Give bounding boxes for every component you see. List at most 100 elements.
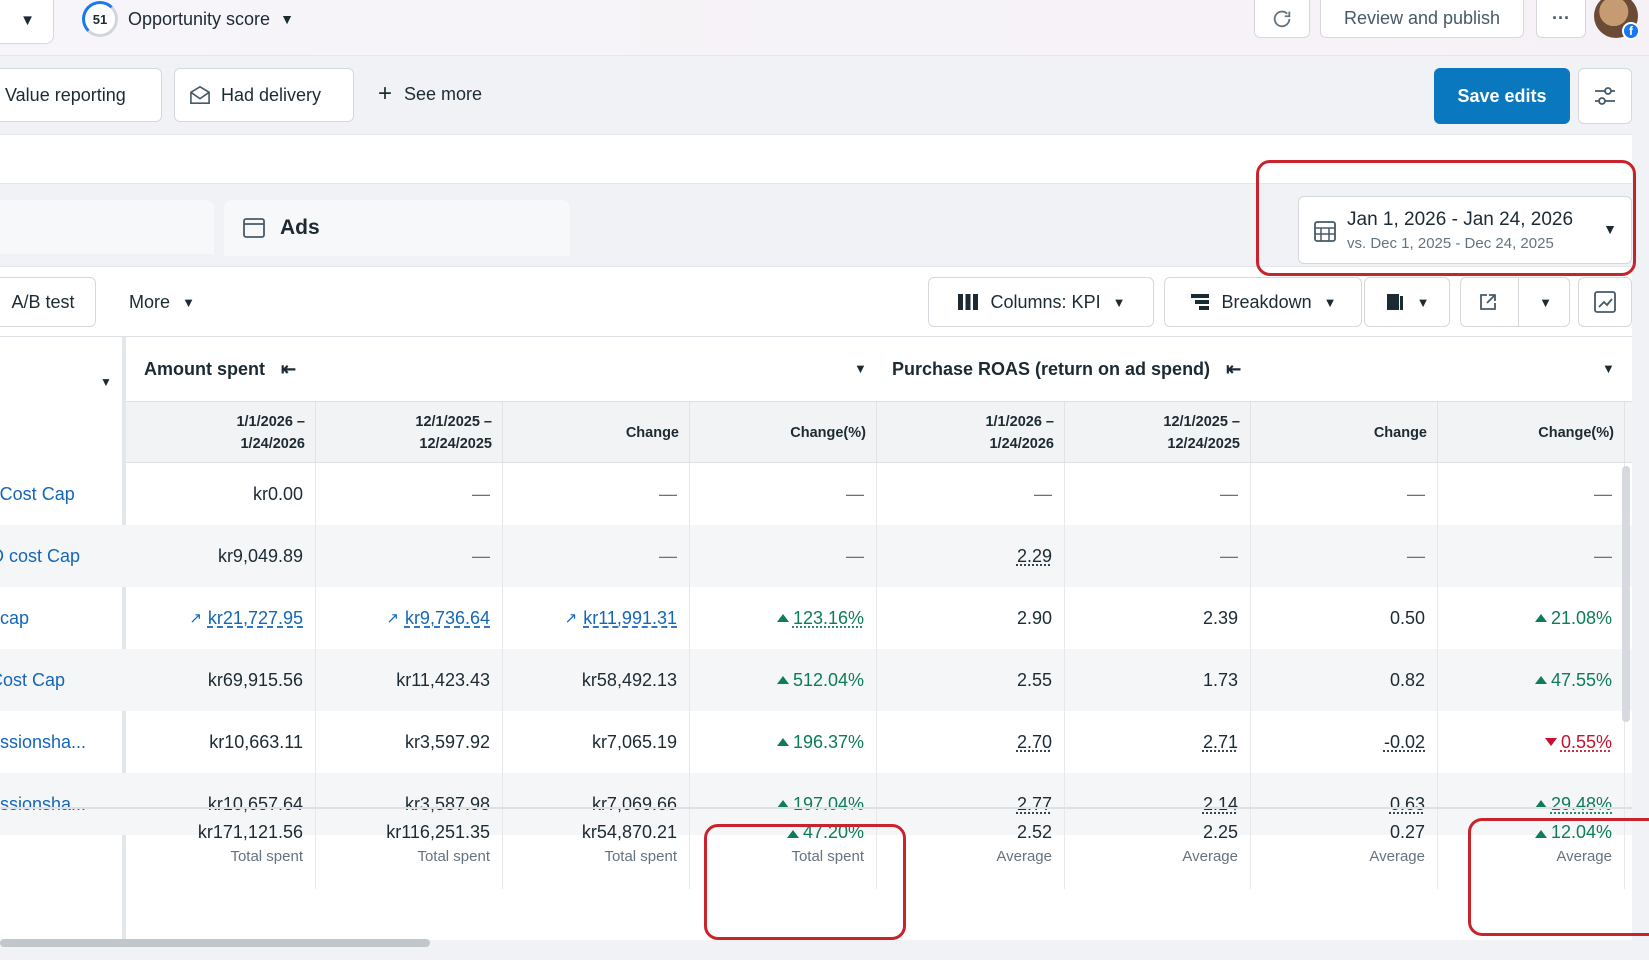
column-header[interactable]: 12/1/2025 – 12/24/2025	[316, 402, 503, 464]
ab-test-label: A/B test	[11, 291, 75, 312]
table-toolbar: A/B test More ▼ Columns: KPI ▼ Breakdown ▼ …	[0, 266, 1632, 336]
table-cell: —	[503, 525, 690, 587]
cell-value: —	[846, 545, 864, 566]
column-header[interactable]: Change(%)	[690, 402, 877, 464]
search-bar[interactable]	[0, 134, 1632, 184]
chip-had-delivery[interactable]: Had delivery	[174, 68, 354, 122]
column-header[interactable]: 12/1/2025 – 12/24/2025	[1064, 402, 1251, 464]
account-dropdown[interactable]: ▼	[0, 0, 54, 44]
divider	[1518, 277, 1520, 327]
cell-value: —	[846, 483, 864, 504]
date-range-main: Jan 1, 2026 - Jan 24, 2026	[1347, 209, 1574, 230]
horizontal-scrollbar[interactable]	[0, 939, 430, 947]
chevron-down-icon: ▼	[20, 12, 35, 29]
cell-value: 1.73	[1202, 669, 1238, 690]
chip-value-reporting[interactable]: Value reporting	[0, 68, 162, 122]
review-publish-button[interactable]: Review and publish	[1320, 0, 1524, 38]
table-cell: 47.55%	[1438, 649, 1625, 711]
cell-value: kr10,663.11	[209, 731, 303, 752]
cell-value: kr7,065.19	[591, 731, 677, 752]
group-label: Amount spent	[144, 358, 265, 379]
ad-name-link[interactable]: O cost Cap	[0, 525, 122, 587]
ad-icon	[243, 218, 265, 238]
table-cell: kr0.00	[126, 463, 316, 525]
columns-dropdown[interactable]: Columns: KPI ▼	[928, 277, 1154, 327]
tab-ads[interactable]: Ads	[224, 200, 570, 256]
table-cell: 0.82	[1251, 649, 1438, 711]
collapse-icon[interactable]: ⇤	[1226, 359, 1241, 380]
table-cell: ↗ kr11,991.31	[503, 587, 690, 649]
table-cell: —	[690, 463, 877, 525]
cell-value: 2.39	[1202, 607, 1238, 628]
see-more-button[interactable]: + See more	[378, 80, 482, 108]
table-row[interactable]: t cap ↗ kr21,727.95 ↗ kr9,736.64 ↗ kr11,991.31…	[0, 587, 1632, 649]
chevron-down-icon[interactable]: ▼	[1602, 361, 1615, 376]
cell-value: —	[1594, 545, 1612, 566]
date-range-compare: vs. Dec 1, 2025 - Dec 24, 2025	[1347, 235, 1554, 252]
table-cell: —	[1064, 525, 1251, 587]
avatar[interactable]: f	[1594, 0, 1640, 40]
total-label: Total spent	[791, 848, 864, 865]
refresh-button[interactable]	[1254, 0, 1310, 38]
table-row[interactable]: O cost Cap kr9,049.89 — — — 2.29 — — —	[0, 525, 1632, 587]
table-cell: kr7,065.19	[503, 711, 690, 773]
top-bar: ▼ 51 Opportunity score ▼ Review and publ…	[0, 0, 1649, 56]
trend-chart-icon[interactable]: ↗	[565, 609, 578, 627]
table-cell: 0.50	[1251, 587, 1438, 649]
ad-name-link[interactable]: | Cost Cap	[0, 463, 122, 525]
table-cell: 2.70	[878, 711, 1065, 773]
export-dropdown[interactable]: ▼	[1460, 277, 1570, 327]
trend-chart-icon[interactable]: ↗	[189, 609, 202, 627]
cell-value: —	[1220, 483, 1238, 504]
table-row[interactable]: | Cost Cap kr0.00 — — — — — — —	[0, 463, 1632, 525]
cell-value: 2.71	[1202, 731, 1238, 752]
column-header-row: 1/1/2026 – 1/24/2026 12/1/2025 – 12/24/20…	[126, 401, 1632, 464]
breakdown-dropdown[interactable]: Breakdown ▼	[1164, 277, 1362, 327]
settings-sliders-button[interactable]	[1578, 68, 1632, 124]
columns-label: Columns: KPI	[990, 291, 1101, 312]
date-range-picker[interactable]: Jan 1, 2026 - Jan 24, 2026 vs. Dec 1, 20…	[1298, 196, 1632, 264]
more-options-button[interactable]: ···	[1536, 0, 1586, 38]
value-link[interactable]: kr21,727.95	[208, 608, 303, 629]
column-header[interactable]: Change	[1251, 402, 1438, 464]
opportunity-score[interactable]: 51 Opportunity score ▼	[82, 1, 294, 37]
column-header[interactable]: 1/1/2026 – 1/24/2026	[126, 402, 316, 464]
table-cell: —	[503, 463, 690, 525]
reports-dropdown[interactable]: ▼	[1364, 277, 1450, 327]
table-cell: 196.37%	[690, 711, 877, 773]
ad-name-link[interactable]: essionsha...	[0, 711, 122, 773]
chevron-down-icon[interactable]: ▼	[100, 375, 112, 389]
vertical-scrollbar[interactable]	[1622, 466, 1630, 722]
table-cell: -0.02	[1251, 711, 1438, 773]
more-dropdown[interactable]: More ▼	[112, 277, 212, 327]
trend-up-icon	[776, 676, 789, 684]
ad-name-link[interactable]: t cap	[0, 587, 122, 649]
chart-view-button[interactable]	[1578, 277, 1632, 327]
chevron-down-icon[interactable]: ▼	[854, 361, 867, 376]
table-row[interactable]: Cost Cap kr69,915.56 kr11,423.43 kr58,492.1…	[0, 649, 1632, 711]
table-cell: —	[878, 463, 1065, 525]
trend-up-icon	[786, 830, 799, 838]
table-cell: 0.55%	[1438, 711, 1625, 773]
collapse-icon[interactable]: ⇤	[281, 359, 296, 380]
ab-test-button[interactable]: A/B test	[0, 277, 96, 327]
total-label: Average	[996, 848, 1052, 865]
trend-up-icon	[776, 738, 789, 746]
value-link[interactable]: kr9,736.64	[405, 608, 490, 629]
table-row[interactable]: essionsha... kr10,663.11 kr3,597.92 kr7,065…	[0, 711, 1632, 773]
tab-ad-sets[interactable]	[0, 200, 214, 254]
group-header-amount-spent[interactable]: Amount spent ⇤	[144, 337, 296, 401]
column-header[interactable]: Change	[503, 402, 690, 464]
trend-chart-icon[interactable]: ↗	[386, 609, 399, 627]
total-cell: 47.20% Total spent	[690, 819, 877, 889]
save-edits-button[interactable]: Save edits	[1434, 68, 1570, 124]
group-header-purchase-roas[interactable]: Purchase ROAS (return on ad spend) ⇤	[892, 337, 1241, 401]
table-cell: —	[1251, 525, 1438, 587]
ad-name-link[interactable]: Cost Cap	[0, 649, 122, 711]
trend-up-icon	[1534, 676, 1547, 684]
breakdown-icon	[1190, 294, 1209, 310]
column-header[interactable]: Change(%)	[1438, 402, 1625, 464]
column-header[interactable]: 1/1/2026 – 1/24/2026	[878, 402, 1065, 464]
value-link[interactable]: kr11,991.31	[583, 608, 677, 629]
table-cell: kr10,663.11	[126, 711, 316, 773]
